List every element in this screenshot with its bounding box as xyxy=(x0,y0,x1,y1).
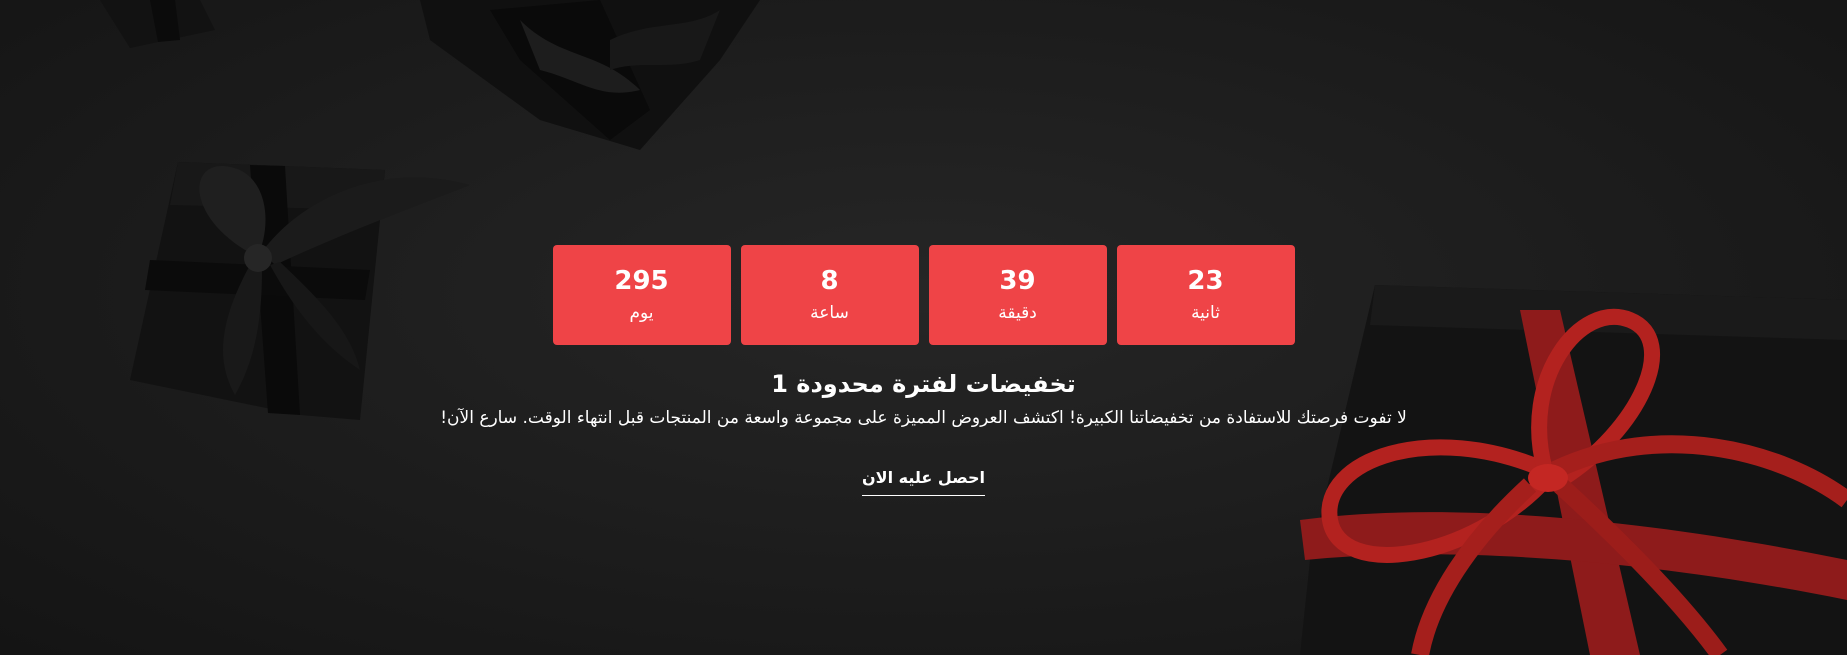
promo-title: تخفيضات لفترة محدودة 1 xyxy=(771,370,1076,398)
hours-label: ساعة xyxy=(810,303,849,323)
days-value: 295 xyxy=(614,266,669,296)
seconds-label: ثانية xyxy=(1191,303,1220,323)
get-it-now-link[interactable]: احصل عليه الان xyxy=(862,468,985,496)
promo-description: لا تفوت فرصتك للاستفادة من تخفيضاتنا الك… xyxy=(440,408,1407,428)
countdown-timer: 23 ثانية 39 دقيقة 8 ساعة 295 يوم xyxy=(0,245,1847,345)
countdown-days: 295 يوم xyxy=(552,245,731,345)
countdown-minutes: 39 دقيقة xyxy=(928,245,1107,345)
minutes-value: 39 xyxy=(999,266,1036,296)
countdown-seconds: 23 ثانية xyxy=(1116,245,1295,345)
cta-container: احصل عليه الان xyxy=(0,468,1847,496)
countdown-hours: 8 ساعة xyxy=(740,245,919,345)
days-label: يوم xyxy=(629,303,654,323)
minutes-label: دقيقة xyxy=(998,303,1037,323)
seconds-value: 23 xyxy=(1187,266,1224,296)
promo-banner: 23 ثانية 39 دقيقة 8 ساعة 295 يوم تخفيضات… xyxy=(0,0,1847,655)
hours-value: 8 xyxy=(820,266,839,296)
